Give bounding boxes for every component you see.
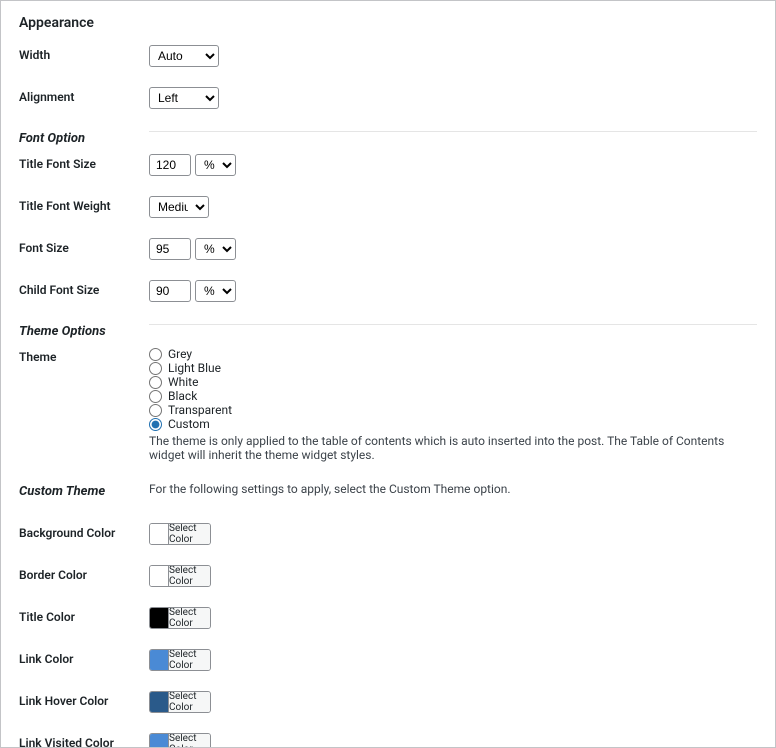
theme-radio-white[interactable] [149, 376, 162, 389]
theme-radio-transparent-label: Transparent [168, 403, 232, 417]
select-color-text: Select Color [168, 650, 210, 670]
title-color-swatch [150, 608, 168, 628]
theme-help-text: The theme is only applied to the table o… [149, 434, 757, 462]
title-font-size-input[interactable] [149, 154, 191, 176]
theme-radio-light-blue-label: Light Blue [168, 361, 221, 375]
theme-radio-light-blue[interactable] [149, 362, 162, 375]
link-visited-color-button[interactable]: Select Color [149, 733, 211, 748]
link-visited-color-swatch [150, 734, 168, 748]
theme-options-heading: Theme Options [19, 324, 149, 339]
select-color-text: Select Color [168, 566, 210, 586]
border-color-button[interactable]: Select Color [149, 565, 211, 587]
theme-radio-black[interactable] [149, 390, 162, 403]
theme-radio-grey[interactable] [149, 348, 162, 361]
theme-label: Theme [19, 347, 149, 364]
link-hover-color-swatch [150, 692, 168, 712]
font-size-input[interactable] [149, 238, 191, 260]
font-size-unit-select[interactable]: % [195, 238, 236, 260]
title-font-size-label: Title Font Size [19, 154, 149, 171]
select-color-text: Select Color [168, 734, 210, 748]
select-color-text: Select Color [168, 692, 210, 712]
alignment-label: Alignment [19, 87, 149, 104]
link-hover-color-button[interactable]: Select Color [149, 691, 211, 713]
theme-radio-black-label: Black [168, 389, 197, 403]
border-color-label: Border Color [19, 565, 149, 582]
title-font-weight-label: Title Font Weight [19, 196, 149, 213]
width-select[interactable]: Auto [149, 45, 219, 67]
border-color-swatch [150, 566, 168, 586]
theme-radio-custom-label: Custom [168, 417, 210, 431]
background-color-label: Background Color [19, 523, 149, 540]
title-color-button[interactable]: Select Color [149, 607, 211, 629]
child-font-size-input[interactable] [149, 280, 191, 302]
link-hover-color-label: Link Hover Color [19, 691, 149, 708]
alignment-select[interactable]: Left [149, 87, 219, 109]
background-color-button[interactable]: Select Color [149, 523, 211, 545]
theme-radio-transparent[interactable] [149, 404, 162, 417]
theme-radio-custom[interactable] [149, 418, 162, 431]
link-visited-color-label: Link Visited Color [19, 733, 149, 748]
link-color-button[interactable]: Select Color [149, 649, 211, 671]
font-size-label: Font Size [19, 238, 149, 255]
section-appearance-title: Appearance [19, 15, 757, 31]
link-color-label: Link Color [19, 649, 149, 666]
width-label: Width [19, 45, 149, 62]
title-color-label: Title Color [19, 607, 149, 624]
select-color-text: Select Color [168, 608, 210, 628]
child-font-size-label: Child Font Size [19, 280, 149, 297]
title-font-size-unit-select[interactable]: % [195, 154, 236, 176]
font-option-heading: Font Option [19, 131, 149, 146]
theme-radio-white-label: White [168, 375, 198, 389]
child-font-size-unit-select[interactable]: % [195, 280, 236, 302]
custom-theme-heading: Custom Theme [19, 484, 149, 499]
link-color-swatch [150, 650, 168, 670]
custom-theme-help-text: For the following settings to apply, sel… [149, 482, 757, 496]
title-font-weight-select[interactable]: Medium [149, 196, 209, 218]
theme-radio-grey-label: Grey [168, 347, 192, 361]
background-color-swatch [150, 524, 168, 544]
select-color-text: Select Color [168, 524, 210, 544]
